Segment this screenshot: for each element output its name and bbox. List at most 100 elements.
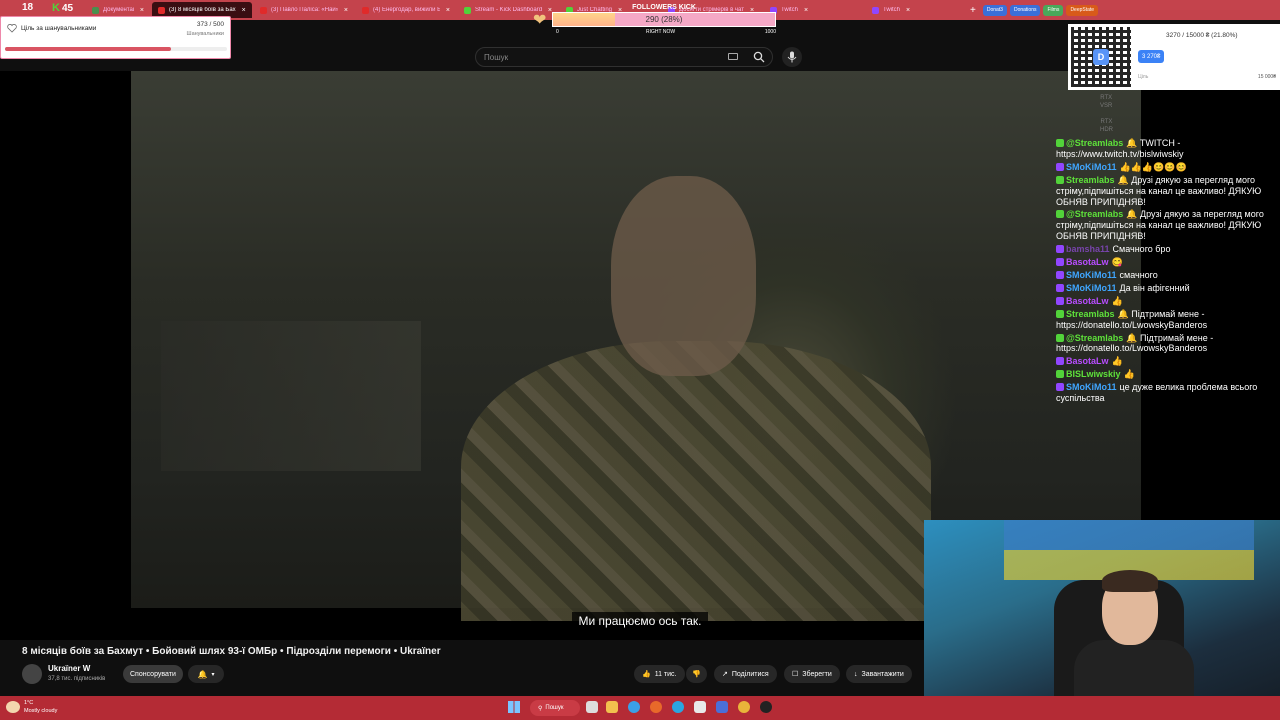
chat-message: Streamlabs 🔔 Підтримай мене - https://don… xyxy=(1056,309,1276,331)
chat-username: @Streamlabs xyxy=(1066,138,1124,148)
chat-message: SMoKiMo11 смачного xyxy=(1056,270,1276,281)
new-tab-icon[interactable]: + xyxy=(970,5,976,16)
download-label: Завантажити xyxy=(861,670,904,678)
donatello-logo-icon: D xyxy=(1093,49,1109,65)
windows-start-icon[interactable] xyxy=(508,701,520,713)
chat-message: SMoKiMo11 це дуже велика проблема всього … xyxy=(1056,382,1276,404)
chat-message: BasotaLw 👍 xyxy=(1056,296,1276,307)
goal-progress-bar xyxy=(5,47,227,51)
keyboard-icon[interactable] xyxy=(728,53,738,60)
share-icon: ↗ xyxy=(722,671,728,678)
edge-icon[interactable] xyxy=(628,701,640,713)
chat-badge-icon xyxy=(1056,296,1064,305)
tab-favicon-icon xyxy=(362,6,369,14)
chat-username: SMoKiMo11 xyxy=(1066,382,1117,393)
chat-message: bamsha11 Смачного бро xyxy=(1056,244,1276,255)
close-tab-icon[interactable]: × xyxy=(344,7,348,14)
close-tab-icon[interactable]: × xyxy=(446,7,450,14)
donation-goal-label: Ціль xyxy=(1138,74,1149,80)
close-tab-icon[interactable]: × xyxy=(804,7,808,14)
bookmark-pill[interactable]: Donations xyxy=(1009,4,1041,16)
firefox-icon[interactable] xyxy=(650,701,662,713)
goal-subtitle: Шанувальники xyxy=(186,31,224,37)
chat-text: 👍 xyxy=(1111,356,1123,367)
chat-username: BasotaLw xyxy=(1066,295,1109,306)
search-placeholder: Пошук xyxy=(484,52,509,62)
tab-label: (3) 8 місяців боїв за Бах xyxy=(169,7,236,13)
chat-username: BasotaLw xyxy=(1066,257,1109,268)
search-icon xyxy=(753,51,765,63)
chat-badge-icon xyxy=(1056,270,1064,279)
followers-label: 290 (28%) xyxy=(645,15,683,24)
weather-icon[interactable] xyxy=(6,701,20,713)
app-icon[interactable] xyxy=(716,701,728,713)
donation-qr-code: D xyxy=(1068,24,1134,90)
followers-mid: RIGHT NOW xyxy=(646,29,676,35)
taskbar-search[interactable]: ⚲ Пошук xyxy=(530,700,580,716)
bookmark-pill[interactable]: Donat3 xyxy=(982,4,1007,16)
followers-title: FOLLOWERS KICK xyxy=(632,4,696,11)
share-button[interactable]: ↗ Поділитися xyxy=(714,665,777,683)
chat-username: SMoKiMo11 xyxy=(1066,161,1117,172)
counter-value: 45 xyxy=(61,2,74,14)
channel-name[interactable]: Ukraїner W xyxy=(48,664,90,673)
file-explorer-icon[interactable] xyxy=(606,701,618,713)
chat-badge-icon xyxy=(1056,210,1064,219)
counter-value: 18 xyxy=(22,2,34,13)
bookmark-pill[interactable]: Films xyxy=(1043,4,1064,16)
chat-text: смачного xyxy=(1119,269,1158,280)
chat-badge-icon xyxy=(1056,139,1064,147)
video-title: 8 місяців боїв за Бахмут • Бойовий шлях … xyxy=(22,646,441,657)
vsr-label: VSR xyxy=(1100,103,1113,109)
close-tab-icon[interactable]: × xyxy=(140,7,144,14)
fan-goal-widget: Ціль за шанувальниками 373 / 500 Шанувал… xyxy=(0,16,231,59)
notification-bell-button[interactable]: 🔔 ▾ xyxy=(188,665,224,683)
chat-message: Streamlabs 🔔 Друзі дякую за перегляд мого… xyxy=(1056,175,1276,208)
channel-avatar[interactable] xyxy=(22,664,42,684)
chat-badge-icon xyxy=(1056,245,1064,254)
chat-text: Да він афігєнний xyxy=(1119,282,1190,293)
telegram-icon[interactable] xyxy=(672,701,684,713)
tab-label: Документація і історія xyxy=(103,7,134,13)
dislike-button[interactable]: 👎 xyxy=(686,665,707,683)
bookmark-pill[interactable]: DeepState xyxy=(1066,4,1099,16)
kick-viewer-counter: K 45 xyxy=(52,2,73,14)
share-label: Поділитися xyxy=(731,670,769,678)
channel-subscribers: 37,8 тис. підписників xyxy=(48,676,106,682)
hdr-label: HDR xyxy=(1100,127,1113,133)
tab-label: (4) Енергодар, вижили Ба xyxy=(373,7,440,13)
weather-text: Mostly cloudy xyxy=(24,708,58,714)
donation-progress-text: 3270 / 15000 ₴ (21.80%) xyxy=(1166,32,1238,39)
task-view-icon[interactable] xyxy=(586,701,598,713)
soldier-body xyxy=(461,341,931,621)
save-button[interactable]: ☐ Зберегти xyxy=(784,665,840,683)
weather-widget[interactable]: 1°C Mostly cloudy xyxy=(24,699,57,715)
chat-text: Смачного бро xyxy=(1112,244,1171,255)
browser-tab[interactable]: Twitch × xyxy=(866,2,966,18)
sponsor-button[interactable]: Спонсорувати xyxy=(123,665,183,683)
browser-tab[interactable]: (3) Павло Паліса: «Най» × xyxy=(254,2,354,18)
chat-badge-icon xyxy=(1056,370,1064,379)
chrome-icon[interactable] xyxy=(738,701,750,713)
browser-tab[interactable]: (4) Енергодар, вижили Ба × xyxy=(356,2,456,18)
download-button[interactable]: ↓ Завантажити xyxy=(846,665,912,683)
thumbs-down-icon: 👎 xyxy=(692,671,701,678)
obs-icon[interactable] xyxy=(760,701,772,713)
search-icon: ⚲ xyxy=(538,705,543,712)
download-icon: ↓ xyxy=(854,670,858,678)
chat-badge-icon xyxy=(1056,333,1064,342)
chat-message: BasotaLw 😋 xyxy=(1056,257,1276,268)
browser-tab[interactable]: Twitch × xyxy=(764,2,864,18)
chat-username: @Streamlabs xyxy=(1066,332,1124,343)
chat-badge-icon xyxy=(1056,175,1064,184)
chat-text: 👍👍👍😊😊😊 xyxy=(1119,161,1187,172)
chat-badge-icon xyxy=(1056,258,1064,267)
search-button[interactable] xyxy=(746,47,772,67)
close-tab-icon[interactable]: × xyxy=(906,7,910,14)
like-button[interactable]: 👍 11 тис. xyxy=(634,665,685,683)
close-tab-icon[interactable]: × xyxy=(242,7,246,14)
app-icon[interactable] xyxy=(694,701,706,713)
voice-search-button[interactable] xyxy=(782,47,802,67)
followers-max: 1000 xyxy=(764,29,776,35)
donation-goal-target: 15 000₴ xyxy=(1257,74,1276,80)
